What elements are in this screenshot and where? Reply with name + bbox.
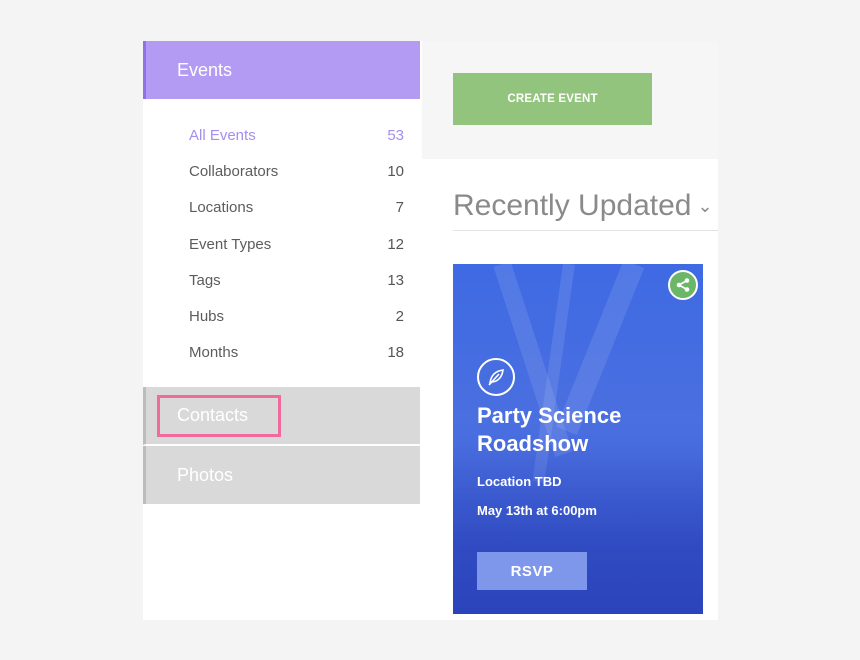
section-title[interactable]: Recently Updated ⌄ [453, 189, 713, 223]
events-submenu: All Events 53 Collaborators 10 Locations… [143, 117, 420, 371]
sidebar-item-hubs[interactable]: Hubs 2 [143, 298, 420, 334]
sidebar-item-count: 2 [395, 308, 404, 326]
sidebar-item-label: Event Types [189, 235, 272, 253]
sidebar-section-events[interactable]: Events [143, 41, 420, 99]
sidebar-item-locations[interactable]: Locations 7 [143, 190, 420, 226]
divider [453, 230, 718, 231]
share-button[interactable] [668, 270, 698, 300]
sidebar: Events All Events 53 Collaborators 10 Lo… [143, 41, 420, 620]
main-content: CREATE EVENT Recently Updated ⌄ Party Sc… [422, 41, 718, 620]
toolbar: CREATE EVENT [422, 41, 718, 159]
sidebar-item-months[interactable]: Months 18 [143, 335, 420, 371]
chevron-down-icon: ⌄ [697, 196, 713, 216]
sidebar-item-event-types[interactable]: Event Types 12 [143, 226, 420, 262]
sidebar-item-all-events[interactable]: All Events 53 [143, 117, 420, 153]
sidebar-item-count: 12 [387, 235, 404, 253]
rsvp-button[interactable]: RSVP [477, 552, 587, 590]
leaf-icon [477, 358, 515, 396]
sidebar-section-photos[interactable]: Photos [143, 446, 420, 504]
event-location: Location TBD [477, 474, 562, 489]
sidebar-item-label: All Events [189, 126, 256, 144]
sidebar-section-label: Events [177, 59, 233, 80]
sidebar-section-label: Photos [177, 464, 234, 485]
sidebar-item-count: 7 [395, 199, 404, 217]
event-title[interactable]: Party Science Roadshow [477, 402, 687, 458]
events-app: Events All Events 53 Collaborators 10 Lo… [143, 41, 718, 620]
sidebar-item-count: 10 [387, 162, 404, 180]
sidebar-item-label: Collaborators [189, 162, 279, 180]
sidebar-item-label: Hubs [189, 308, 225, 326]
sidebar-item-count: 53 [387, 126, 404, 144]
sidebar-item-tags[interactable]: Tags 13 [143, 262, 420, 298]
sidebar-item-label: Tags [189, 271, 221, 289]
event-date: May 13th at 6:00pm [477, 503, 597, 518]
section-title-text: Recently Updated [453, 189, 692, 222]
sidebar-item-count: 13 [387, 271, 404, 289]
create-event-button[interactable]: CREATE EVENT [453, 73, 652, 125]
sidebar-section-label: Contacts [177, 405, 249, 425]
sidebar-item-label: Months [189, 344, 239, 362]
sidebar-item-collaborators[interactable]: Collaborators 10 [143, 153, 420, 189]
sidebar-item-label: Locations [189, 199, 254, 217]
sidebar-item-count: 18 [387, 344, 404, 362]
event-card[interactable]: Party Science Roadshow Location TBD May … [453, 264, 703, 614]
sidebar-section-contacts[interactable]: Contacts [143, 387, 420, 445]
share-icon [676, 278, 690, 292]
